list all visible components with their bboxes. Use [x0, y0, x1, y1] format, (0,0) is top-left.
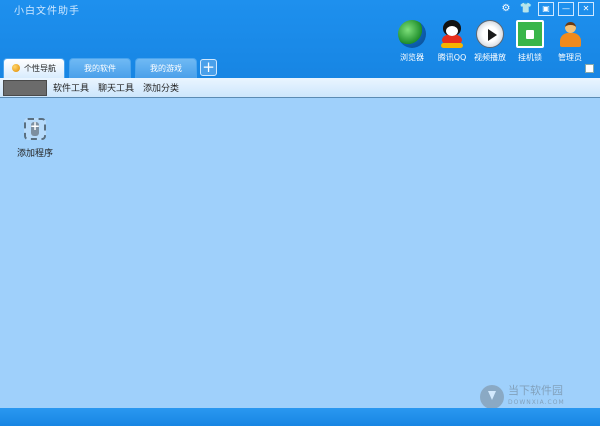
category-bar: 软件工具 聊天工具 添加分类	[0, 78, 600, 98]
quick-launch-video[interactable]: 视频播放	[468, 20, 512, 63]
add-program-label: 添加程序	[16, 149, 53, 159]
category-selected[interactable]	[3, 80, 47, 96]
tab-my-games[interactable]: 我的游戏	[135, 58, 197, 78]
category-software-tools[interactable]: 软件工具	[53, 81, 89, 94]
play-icon	[476, 20, 504, 48]
add-tab-button[interactable]: +	[200, 59, 217, 76]
qq-penguin-icon	[438, 20, 466, 48]
app-window: 小白文件助手 ⚙ 👕 ▣ — ✕ 浏览器 腾讯QQ 视频播放 挂机锁 管理员 个…	[0, 0, 600, 426]
download-arrow-icon	[480, 385, 504, 409]
tab-personal-nav[interactable]: 个性导航	[3, 58, 65, 78]
watermark: 当下软件园 DOWNXIA.COM	[480, 385, 565, 409]
minimize-button[interactable]: —	[558, 2, 574, 16]
skin-shirt-icon[interactable]: 👕	[518, 2, 534, 16]
status-bar	[0, 408, 600, 426]
quick-launch-admin[interactable]: 管理员	[548, 20, 592, 63]
restore-button[interactable]: ▣	[538, 2, 554, 16]
add-program-icon: +	[24, 118, 46, 140]
skin-icon[interactable]	[585, 64, 594, 73]
tab-label: 我的软件	[84, 64, 116, 73]
tab-my-software[interactable]: 我的软件	[69, 58, 131, 78]
tab-label: 我的游戏	[150, 64, 182, 73]
watermark-name: 当下软件园	[508, 384, 563, 397]
quick-launch-browser[interactable]: 浏览器	[390, 20, 434, 63]
add-program-tile[interactable]: + 添加程序	[14, 118, 56, 159]
lock-icon	[516, 20, 544, 48]
system-buttons: ⚙ 👕 ▣ — ✕	[498, 2, 594, 16]
close-button[interactable]: ✕	[578, 2, 594, 16]
user-icon	[556, 20, 584, 48]
globe-icon	[398, 20, 426, 48]
tab-label: 个性导航	[24, 64, 56, 73]
app-title: 小白文件助手	[14, 6, 80, 17]
quick-launch-lock[interactable]: 挂机锁	[508, 20, 552, 63]
home-nav-icon	[12, 64, 20, 72]
tab-bar: 个性导航 我的软件 我的游戏 +	[0, 58, 600, 78]
add-category-button[interactable]: 添加分类	[143, 81, 179, 94]
category-chat-tools[interactable]: 聊天工具	[98, 81, 134, 94]
settings-icon[interactable]: ⚙	[498, 2, 514, 16]
